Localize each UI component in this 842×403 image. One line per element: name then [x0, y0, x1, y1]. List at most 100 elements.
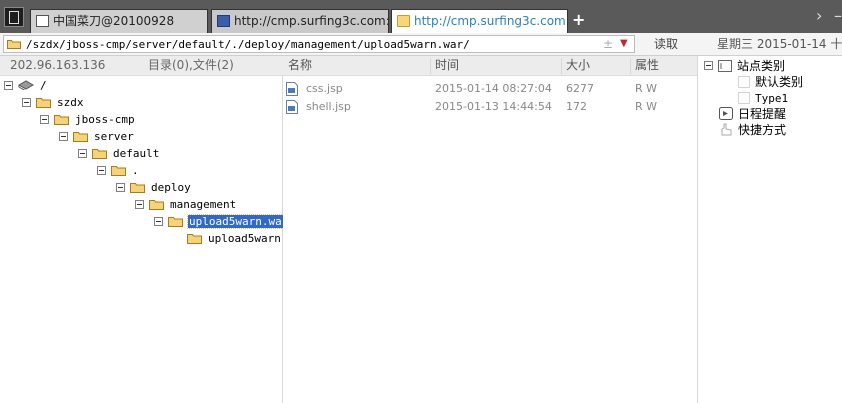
file-row[interactable]: shell.jsp 2015-01-13 14:44:54 172 R W [283, 98, 697, 115]
file-size: 6277 [566, 82, 594, 95]
file-list-header: 名称 时间 大小 属性 [283, 56, 697, 76]
folder-icon [36, 97, 51, 108]
collapse-icon[interactable] [4, 80, 13, 90]
tab-label: http://cmp.surfing3c.com:950... [234, 14, 389, 28]
shortcut-icon [721, 123, 732, 136]
file-size: 172 [566, 100, 587, 113]
site-category-label: 站点类别 [737, 59, 786, 73]
tree-node-upload5warn[interactable]: upload5warn [187, 231, 282, 247]
folder-icon [397, 15, 410, 27]
tree-node-label: . [132, 164, 139, 177]
shortcuts-label: 快捷方式 [738, 123, 787, 137]
folder-icon [149, 199, 164, 210]
site-panel: 站点类别 默认类别 Type1 日程提醒 快捷方式 [697, 56, 842, 403]
scroll-right-icon[interactable]: › [816, 6, 822, 26]
date-display: 星期三 2015-01-14 十一月 [717, 37, 842, 51]
collapse-icon[interactable] [40, 114, 49, 124]
tree-node-shortcuts[interactable]: 快捷方式 [719, 122, 786, 138]
server-ip: 202.96.163.136 [10, 58, 106, 72]
tree-node-schedule[interactable]: 日程提醒 [719, 106, 786, 122]
tree-node-label: / [40, 79, 47, 92]
file-time: 2015-01-14 08:27:04 [435, 82, 552, 95]
folder-icon [187, 233, 202, 244]
default-category-label: 默认类别 [755, 75, 804, 89]
disk-icon [18, 80, 34, 90]
tab-shell-1[interactable]: http://cmp.surfing3c.com:950... [211, 9, 389, 33]
collapse-icon[interactable] [97, 165, 106, 175]
collapse-icon[interactable] [116, 182, 125, 192]
collapse-icon[interactable] [135, 199, 144, 209]
tab-home[interactable]: 中国菜刀@20100928 [30, 9, 208, 33]
column-time[interactable]: 时间 [435, 56, 459, 75]
column-attr[interactable]: 属性 [635, 56, 659, 75]
column-name[interactable]: 名称 [288, 56, 312, 75]
category-icon [738, 92, 750, 104]
tree-node-site-category[interactable]: 站点类别 [704, 58, 785, 74]
collapse-icon[interactable] [22, 97, 31, 107]
plus-minus-icon[interactable]: ± [603, 36, 613, 52]
tree-header: 202.96.163.136 目录(0),文件(2) [0, 56, 283, 76]
address-bar: /szdx/jboss-cmp/server/default/./deploy/… [0, 33, 842, 56]
type1-label: Type1 [755, 92, 789, 105]
collapse-icon[interactable] [704, 61, 713, 70]
read-button[interactable]: 读取 [640, 35, 692, 53]
category-icon [738, 75, 750, 88]
page-icon [36, 15, 49, 27]
folder-icon [168, 216, 183, 227]
tab-label: 中国菜刀@20100928 [53, 14, 175, 28]
collapse-icon[interactable] [59, 131, 68, 141]
calendar-icon [719, 107, 733, 120]
folder-icon [73, 131, 88, 142]
folder-icon [130, 182, 145, 193]
file-attr: R W [635, 100, 658, 113]
tree-node-root[interactable]: / [4, 78, 48, 94]
path-input[interactable]: /szdx/jboss-cmp/server/default/./deploy/… [3, 35, 635, 53]
tab-shell-2-active[interactable]: http://cmp.surfing3c.com:950... [391, 9, 568, 33]
tree-node-management[interactable]: management [135, 197, 237, 213]
tree-node-szdx[interactable]: szdx [22, 95, 85, 111]
file-icon [286, 82, 298, 96]
tree-node-default-category[interactable]: 默认类别 [738, 74, 803, 90]
tree-node-label: management [170, 198, 237, 211]
collapse-icon[interactable] [154, 216, 163, 226]
minimize-icon[interactable]: – [834, 6, 842, 26]
column-size[interactable]: 大小 [566, 56, 590, 75]
dir-file-count: 目录(0),文件(2) [148, 58, 234, 72]
folder-icon [54, 114, 69, 125]
tree-node-server[interactable]: server [59, 129, 135, 145]
shell-icon [217, 15, 230, 27]
file-attr: R W [635, 82, 658, 95]
tree-node-default[interactable]: default [78, 146, 160, 162]
column-divider [561, 58, 562, 74]
file-row[interactable]: css.jsp 2015-01-14 08:27:04 6277 R W [283, 80, 697, 97]
path-text: /szdx/jboss-cmp/server/default/./deploy/… [26, 38, 470, 51]
schedule-label: 日程提醒 [738, 107, 787, 121]
sidebar-toggle-button[interactable] [4, 7, 24, 27]
tree-node-upload5warn-war[interactable]: upload5warn.war [154, 214, 291, 230]
tree-node-label-selected: upload5warn.war [186, 214, 291, 229]
file-icon [286, 100, 298, 114]
tree-node-dot[interactable]: . [97, 163, 140, 179]
tree-node-label: jboss-cmp [75, 113, 135, 126]
directory-tree-panel: 202.96.163.136 目录(0),文件(2) / szdx jboss-… [0, 56, 291, 403]
file-name: shell.jsp [306, 100, 351, 113]
collapse-icon[interactable] [78, 148, 87, 158]
tab-label: http://cmp.surfing3c.com:950... [414, 14, 567, 28]
tree-node-label: deploy [151, 181, 191, 194]
tab-bar: 中国菜刀@20100928 http://cmp.surfing3c.com:9… [0, 0, 842, 33]
file-time: 2015-01-13 14:44:54 [435, 100, 552, 113]
column-divider [630, 58, 631, 74]
tree-node-jboss-cmp[interactable]: jboss-cmp [40, 112, 136, 128]
chevron-down-icon[interactable]: ▼ [620, 36, 628, 52]
folder-icon [111, 165, 126, 176]
file-name: css.jsp [306, 82, 343, 95]
tree-node-label: server [94, 130, 134, 143]
tree-node-label: szdx [57, 96, 84, 109]
tree-node-label: upload5warn [208, 232, 281, 245]
folder-icon [92, 148, 107, 159]
tree-node-type1[interactable]: Type1 [738, 91, 788, 107]
column-divider [430, 58, 431, 74]
file-list-panel: 名称 时间 大小 属性 css.jsp 2015-01-14 08:27:04 … [283, 56, 697, 403]
tree-node-deploy[interactable]: deploy [116, 180, 192, 196]
new-tab-button[interactable]: + [572, 10, 585, 30]
